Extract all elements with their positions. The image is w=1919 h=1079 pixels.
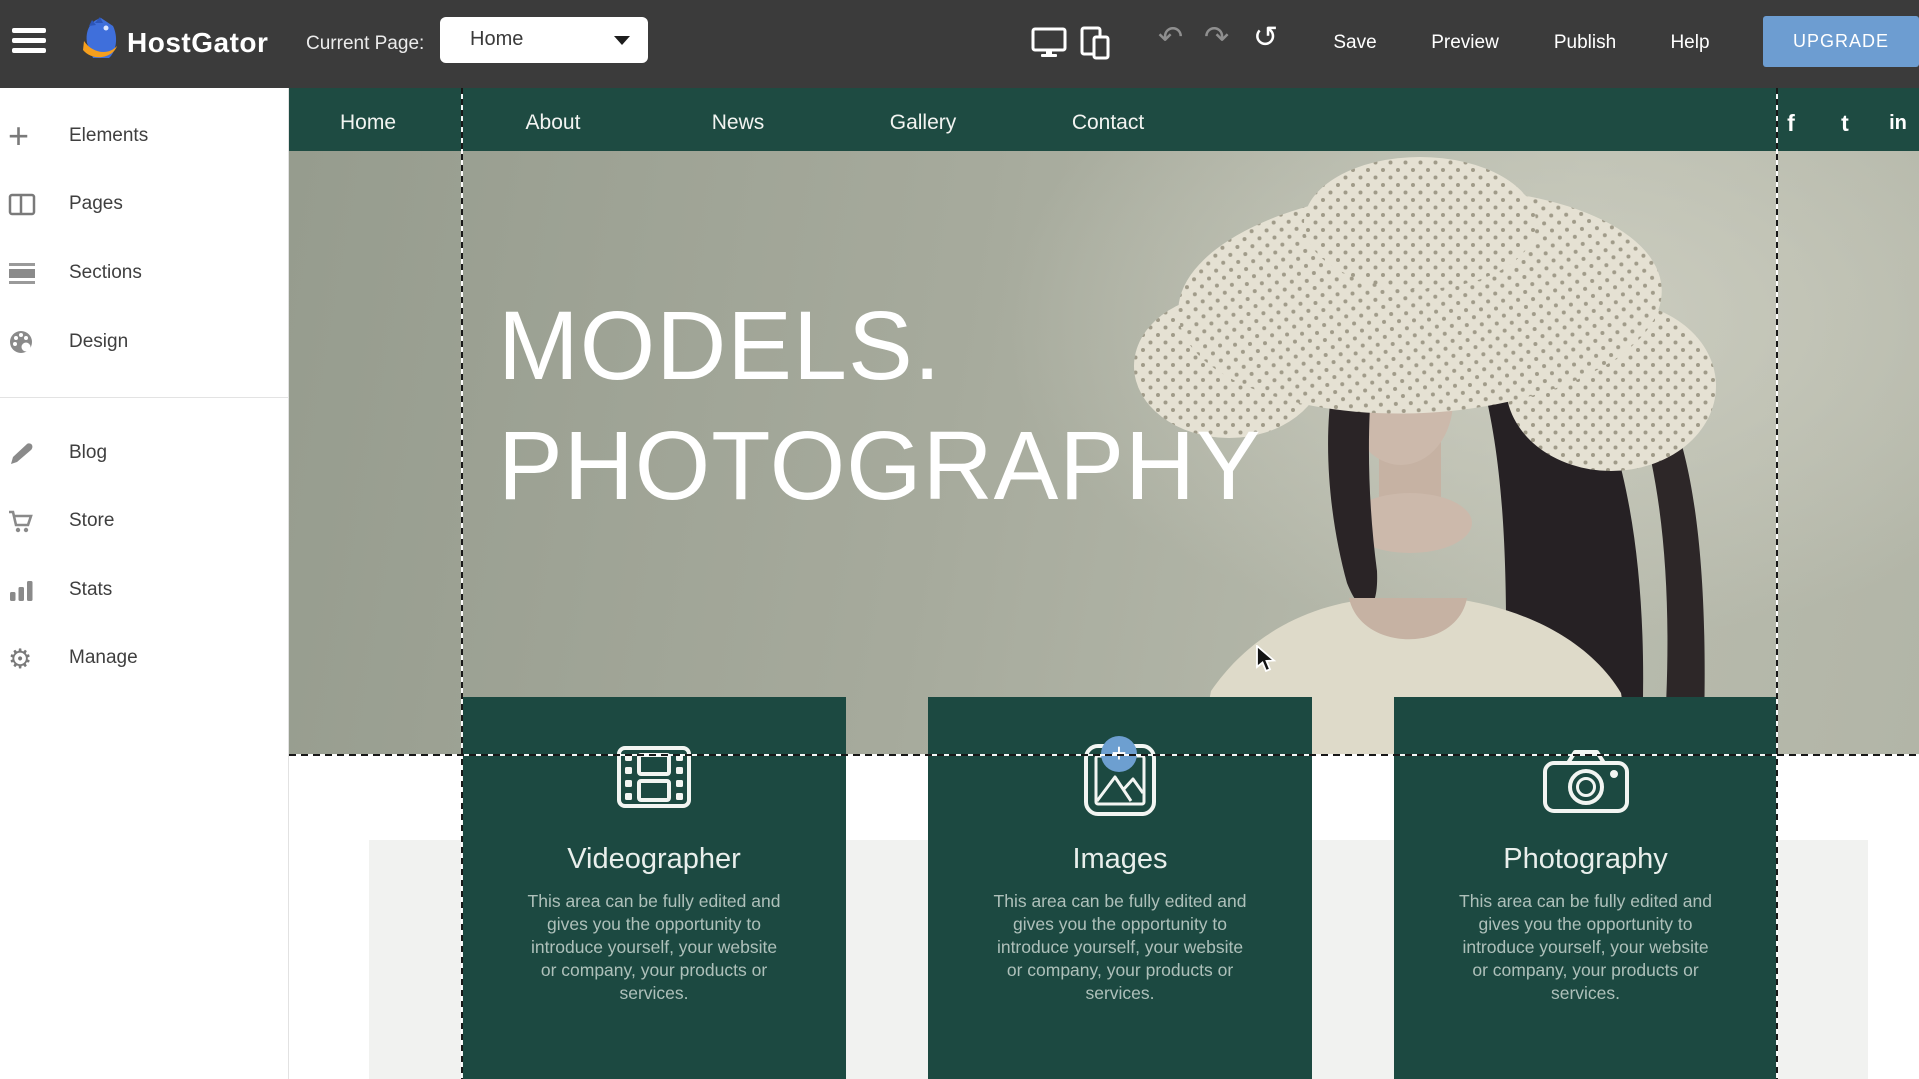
brand-name: HostGator	[127, 27, 268, 59]
sidebar-item-blog[interactable]: Blog	[0, 433, 289, 473]
save-button[interactable]: Save	[1333, 32, 1376, 54]
sidebar-label: Sections	[69, 253, 142, 293]
card-body: This area can be fully edited and gives …	[522, 890, 786, 1005]
preview-button[interactable]: Preview	[1431, 32, 1499, 54]
hostgator-logo-icon	[80, 16, 122, 62]
help-button[interactable]: Help	[1670, 32, 1709, 54]
site-preview-canvas: Home About News Gallery Contact f t in	[289, 88, 1919, 1079]
pencil-icon	[8, 440, 36, 468]
publish-button[interactable]: Publish	[1554, 32, 1616, 54]
card-body: This area can be fully edited and gives …	[988, 890, 1252, 1005]
chevron-down-icon	[614, 36, 630, 45]
sidebar-item-stats[interactable]: Stats	[0, 570, 289, 610]
sidebar-label: Elements	[69, 116, 148, 156]
sidebar-label: Design	[69, 322, 128, 362]
mouse-cursor	[1253, 645, 1281, 675]
plus-icon: +	[8, 123, 36, 151]
pages-icon	[8, 191, 36, 219]
site-nav-news[interactable]: News	[712, 98, 765, 151]
sidebar-item-sections[interactable]: Sections	[0, 253, 289, 293]
top-toolbar: HostGator Current Page: Home ↶ ↷ ↺ Save …	[0, 0, 1919, 88]
bar-chart-icon	[8, 577, 36, 605]
card-title: Photography	[1394, 843, 1777, 876]
site-nav-home[interactable]: Home	[340, 98, 396, 151]
sidebar-label: Stats	[69, 570, 112, 610]
sidebar-label: Store	[69, 501, 114, 541]
history-icon[interactable]: ↺	[1253, 20, 1278, 56]
sidebar-item-manage[interactable]: ⚙ Manage	[0, 638, 289, 678]
linkedin-icon[interactable]: in	[1889, 98, 1907, 151]
redo-icon[interactable]: ↷	[1204, 20, 1229, 56]
sidebar-item-pages[interactable]: Pages	[0, 184, 289, 224]
sidebar-item-elements[interactable]: + Elements	[0, 116, 289, 156]
card-title: Images	[928, 843, 1312, 876]
sections-icon	[8, 260, 36, 288]
sidebar-item-store[interactable]: Store	[0, 501, 289, 541]
hero-title-line2: PHOTOGRAPHY	[498, 406, 1262, 526]
builder-sidebar: + Elements Pages Sections Design Blog	[0, 88, 289, 1079]
card-title: Videographer	[462, 843, 846, 876]
camera-icon	[1542, 747, 1630, 815]
cart-icon	[8, 508, 36, 536]
upgrade-button[interactable]: UPGRADE	[1763, 16, 1919, 67]
hero-title[interactable]: MODELS. PHOTOGRAPHY	[498, 286, 1262, 526]
site-navbar: Home About News Gallery Contact f t in	[289, 88, 1919, 151]
page-select-dropdown[interactable]: Home	[440, 17, 648, 63]
palette-icon	[8, 329, 36, 357]
desktop-preview-icon[interactable]	[1031, 27, 1067, 59]
gear-icon: ⚙	[8, 645, 36, 673]
sidebar-label: Pages	[69, 184, 123, 224]
facebook-icon[interactable]: f	[1787, 98, 1795, 151]
hero-title-line1: MODELS.	[498, 286, 1262, 406]
mobile-preview-icon[interactable]	[1080, 26, 1112, 60]
sidebar-label: Manage	[69, 638, 138, 678]
sidebar-item-design[interactable]: Design	[0, 322, 289, 362]
undo-icon[interactable]: ↶	[1158, 20, 1183, 56]
page-select-value: Home	[470, 28, 523, 51]
selection-border-right	[1776, 88, 1778, 1079]
current-page-label: Current Page:	[306, 33, 424, 55]
sidebar-divider	[0, 397, 289, 398]
site-nav-about[interactable]: About	[526, 98, 581, 151]
site-nav-contact[interactable]: Contact	[1072, 98, 1144, 151]
selection-border-left	[461, 88, 463, 1079]
hamburger-menu-icon[interactable]	[12, 28, 50, 60]
selection-border-bottom	[289, 754, 1919, 756]
hero-section[interactable]: MODELS. PHOTOGRAPHY	[289, 151, 1919, 755]
site-nav-gallery[interactable]: Gallery	[890, 98, 957, 151]
card-body: This area can be fully edited and gives …	[1454, 890, 1718, 1005]
twitter-icon[interactable]: t	[1841, 98, 1849, 151]
sidebar-label: Blog	[69, 433, 107, 473]
